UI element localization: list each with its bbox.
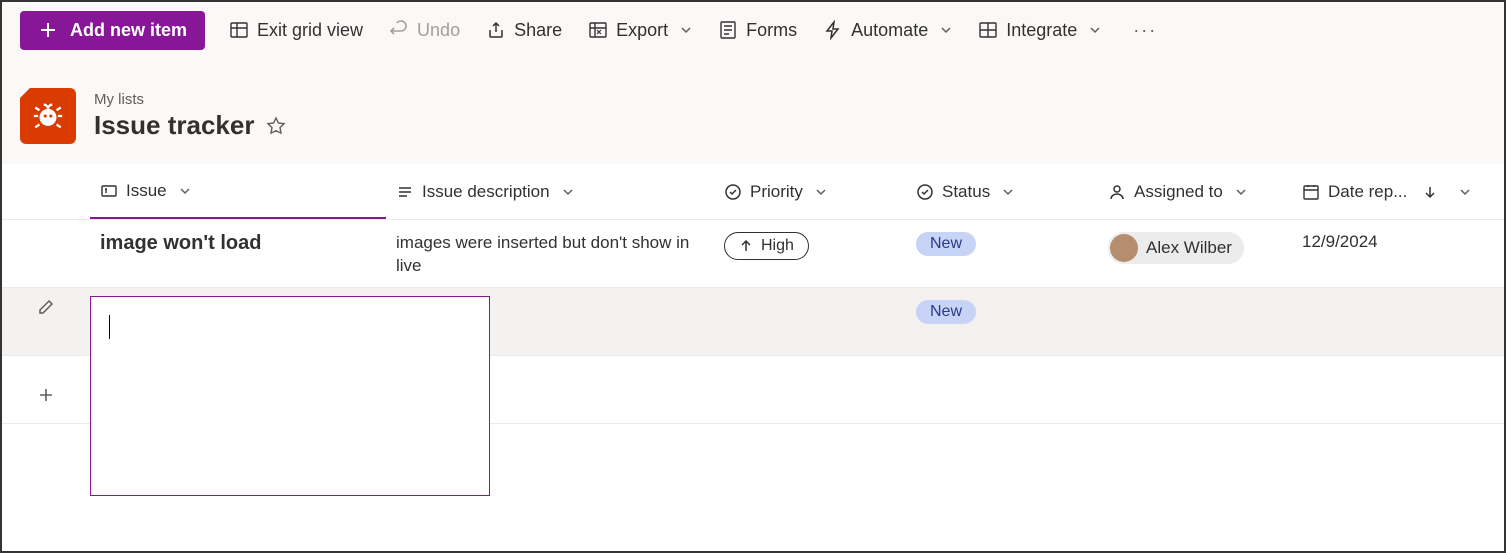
undo-icon (389, 20, 409, 40)
undo-label: Undo (417, 20, 460, 41)
choice-icon (916, 183, 934, 201)
list-header: My lists Issue tracker (2, 58, 1504, 164)
chevron-down-icon (1459, 186, 1471, 198)
column-header-status[interactable]: Status (906, 164, 1098, 219)
pencil-icon (37, 298, 55, 316)
calendar-icon (1302, 183, 1320, 201)
column-label: Status (942, 182, 990, 202)
chevron-down-icon (1235, 186, 1247, 198)
chevron-down-icon (179, 185, 191, 197)
grid-header-row: Issue Issue description Priority Status … (2, 164, 1504, 220)
cell-status[interactable]: New (906, 230, 1098, 258)
column-header-issue[interactable]: Issue (90, 164, 386, 219)
automate-icon (823, 20, 843, 40)
assigned-name: Alex Wilber (1146, 238, 1232, 258)
cell-date[interactable] (1292, 298, 1504, 302)
column-label: Priority (750, 182, 803, 202)
automate-button[interactable]: Automate (821, 16, 954, 45)
column-label: Issue (126, 181, 167, 201)
cell-issue[interactable]: image won't load (90, 230, 386, 257)
column-label: Issue description (422, 182, 550, 202)
cell-description[interactable]: images were inserted but don't show in l… (386, 230, 714, 280)
person-icon (1108, 183, 1126, 201)
add-row-button[interactable] (2, 386, 90, 404)
list-logo-icon (20, 88, 76, 144)
text-column-icon (100, 182, 118, 200)
cell-assigned[interactable] (1098, 298, 1292, 302)
chevron-down-icon (815, 186, 827, 198)
export-icon (588, 20, 608, 40)
cell-priority[interactable]: High (714, 230, 906, 262)
cell-status[interactable]: New (906, 298, 1098, 326)
automate-label: Automate (851, 20, 928, 41)
forms-button[interactable]: Forms (716, 16, 799, 45)
plus-icon (38, 20, 58, 40)
arrow-up-icon (739, 239, 753, 253)
status-badge: New (916, 300, 976, 324)
cell-date[interactable]: 12/9/2024 (1292, 230, 1504, 254)
data-grid: Issue Issue description Priority Status … (2, 164, 1504, 424)
edit-row-indicator (2, 298, 90, 316)
issue-edit-input[interactable] (90, 296, 490, 496)
table-row-editing[interactable]: New (2, 288, 1504, 356)
chevron-down-icon (940, 24, 952, 36)
multiline-text-icon (396, 183, 414, 201)
integrate-icon (978, 20, 998, 40)
undo-button[interactable]: Undo (387, 16, 462, 45)
exit-grid-label: Exit grid view (257, 20, 363, 41)
share-label: Share (514, 20, 562, 41)
export-label: Export (616, 20, 668, 41)
page-title: Issue tracker (94, 110, 254, 141)
cell-priority[interactable] (714, 298, 906, 302)
chevron-down-icon (562, 186, 574, 198)
cell-assigned[interactable]: Alex Wilber (1098, 230, 1292, 269)
column-header-priority[interactable]: Priority (714, 164, 906, 219)
priority-label: High (761, 237, 794, 255)
grid-icon (229, 20, 249, 40)
command-bar: Add new item Exit grid view Undo Share E… (2, 2, 1504, 58)
choice-icon (724, 183, 742, 201)
text-cursor (109, 315, 110, 339)
column-header-description[interactable]: Issue description (386, 164, 714, 219)
add-new-item-label: Add new item (70, 20, 187, 41)
chevron-down-icon (1089, 24, 1101, 36)
table-row[interactable]: image won't load images were inserted bu… (2, 220, 1504, 288)
avatar (1110, 234, 1138, 262)
add-new-item-button[interactable]: Add new item (20, 11, 205, 50)
plus-icon (37, 386, 55, 404)
forms-icon (718, 20, 738, 40)
column-label: Assigned to (1134, 182, 1223, 202)
chevron-down-icon (680, 24, 692, 36)
more-actions-button[interactable]: ··· (1125, 16, 1165, 45)
arrow-down-icon (1423, 185, 1437, 199)
export-button[interactable]: Export (586, 16, 694, 45)
column-header-assigned[interactable]: Assigned to (1098, 164, 1292, 219)
share-icon (486, 20, 506, 40)
share-button[interactable]: Share (484, 16, 564, 45)
column-label: Date rep... (1328, 182, 1407, 202)
exit-grid-view-button[interactable]: Exit grid view (227, 16, 365, 45)
breadcrumb[interactable]: My lists (94, 91, 286, 108)
chevron-down-icon (1002, 186, 1014, 198)
favorite-star-button[interactable] (266, 116, 286, 136)
column-header-date[interactable]: Date rep... (1292, 164, 1504, 219)
bug-icon (31, 99, 65, 133)
integrate-label: Integrate (1006, 20, 1077, 41)
integrate-button[interactable]: Integrate (976, 16, 1103, 45)
status-badge: New (916, 232, 976, 256)
forms-label: Forms (746, 20, 797, 41)
